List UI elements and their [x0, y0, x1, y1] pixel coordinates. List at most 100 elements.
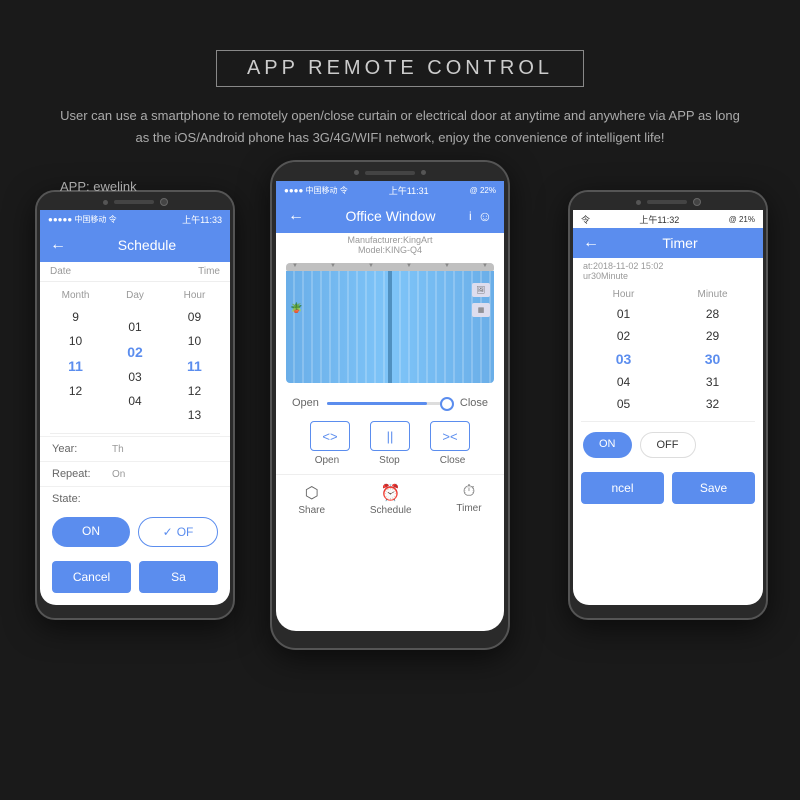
- timer-info2: ur30Minute: [583, 271, 753, 281]
- month-12: 12: [61, 379, 90, 403]
- right-status-battery: @ 21%: [729, 215, 755, 224]
- year-label: Year:: [52, 443, 112, 455]
- curtain-rod: ▼▼▼▼▼▼: [286, 263, 494, 271]
- slider-fill: [327, 402, 427, 405]
- share-icon: ⬡: [305, 483, 319, 503]
- phone-center-wrapper: ●●●● 中国移动 令 上午11:31 @ 22% ← Office Windo…: [270, 160, 510, 650]
- cancel-button-right[interactable]: ncel: [581, 472, 664, 504]
- cancel-button-left[interactable]: Cancel: [52, 561, 131, 593]
- left-status-signal: ●●●●● 中国移动 令: [48, 214, 117, 225]
- off-button-left[interactable]: ✓ OF: [138, 517, 218, 547]
- right-status-time: 上午11:32: [639, 213, 679, 226]
- back-arrow-icon[interactable]: ←: [50, 236, 66, 254]
- open-ctrl-button[interactable]: <>: [310, 421, 350, 451]
- stop-ctrl-icon: ||: [387, 429, 394, 444]
- off-button-right[interactable]: OFF: [640, 432, 696, 458]
- save-button-left[interactable]: Sa: [139, 561, 218, 593]
- timer-min-32: 32: [696, 393, 729, 415]
- timer-title: Timer: [607, 235, 753, 251]
- month-11-selected: 11: [60, 353, 91, 379]
- hour-11-selected: 11: [179, 353, 210, 379]
- phone-left: ●●●●● 中国移动 令 上午11:33 ← Schedule Date Tim…: [35, 190, 235, 620]
- slider-close-label: Close: [460, 397, 488, 409]
- curtain-left: [286, 271, 390, 383]
- repeat-label: Repeat:: [52, 468, 112, 480]
- timer-icon: ⏱: [463, 483, 475, 501]
- nav-share-label: Share: [298, 505, 325, 516]
- close-ctrl-icon: ><: [442, 429, 457, 444]
- stop-ctrl-label: Stop: [379, 455, 400, 466]
- hour-header: Hour: [184, 286, 206, 305]
- nav-timer-label: Timer: [456, 503, 481, 514]
- repeat-value: On: [112, 469, 125, 480]
- month-10: 10: [61, 329, 90, 353]
- phone-right-wrapper: 令 上午11:32 @ 21% ← Timer at:2018-11-02 15…: [568, 190, 768, 620]
- slider-open-label: Open: [292, 397, 319, 409]
- timer-hour-02: 02: [607, 325, 640, 347]
- close-ctrl-button[interactable]: ><: [430, 421, 470, 451]
- timer-minute-header: Minute: [697, 286, 727, 303]
- smile-icon[interactable]: ☺: [478, 208, 492, 224]
- timer-min-31: 31: [696, 371, 729, 393]
- month-9: 9: [64, 305, 87, 329]
- open-ctrl-icon: <>: [322, 429, 337, 444]
- back-arrow-center[interactable]: ←: [288, 207, 304, 225]
- back-arrow-right[interactable]: ←: [583, 234, 599, 252]
- state-label: State:: [52, 493, 112, 505]
- left-side-icon: 🪴: [290, 303, 302, 314]
- phone-left-wrapper: ●●●●● 中国移动 令 上午11:33 ← Schedule Date Tim…: [35, 190, 235, 620]
- model-info: Model:KING-Q4: [276, 245, 504, 255]
- schedule-icon: ⏰: [381, 483, 401, 503]
- hour-09: 09: [180, 305, 209, 329]
- day-03: 03: [120, 365, 149, 389]
- right-status-signal: 令: [581, 213, 590, 226]
- stop-ctrl-button[interactable]: ||: [370, 421, 410, 451]
- info-icon[interactable]: i: [469, 209, 472, 223]
- timer-hour-header: Hour: [613, 286, 635, 303]
- day-01: 01: [120, 315, 149, 339]
- off-label-left: OF: [177, 525, 194, 539]
- day-04: 04: [120, 389, 149, 413]
- manufacturer-info: Manufacturer:KingArt: [276, 235, 504, 245]
- day-header: Day: [126, 286, 144, 305]
- time-col-label: Time: [198, 266, 220, 277]
- header-section: APP REMOTE CONTROL User can use a smartp…: [0, 20, 800, 204]
- hour-13: 13: [180, 403, 209, 427]
- slider-thumb[interactable]: [440, 397, 454, 411]
- day-02-selected: 02: [119, 339, 151, 365]
- timer-hour-04: 04: [607, 371, 640, 393]
- timer-hour-01: 01: [607, 303, 640, 325]
- timer-hour-03-selected: 03: [606, 347, 642, 371]
- side-icons: 🖼 ▦: [472, 283, 490, 317]
- close-ctrl-label: Close: [440, 455, 466, 466]
- nav-schedule-label: Schedule: [370, 505, 412, 516]
- slider-track[interactable]: [327, 402, 452, 405]
- year-value: Th: [112, 444, 124, 455]
- timer-info1: at:2018-11-02 15:02: [583, 261, 753, 271]
- nav-timer[interactable]: ⏱ Timer: [456, 483, 481, 516]
- hour-12: 12: [180, 379, 209, 403]
- phone-center: ●●●● 中国移动 令 上午11:31 @ 22% ← Office Windo…: [270, 160, 510, 650]
- timer-min-29: 29: [696, 325, 729, 347]
- office-title: Office Window: [312, 208, 469, 224]
- month-empty: [68, 403, 84, 413]
- curtain-visual: ▼▼▼▼▼▼ 🖼 ▦ 🪴: [286, 263, 494, 383]
- save-button-right[interactable]: Save: [672, 472, 755, 504]
- open-ctrl-label: Open: [315, 455, 339, 466]
- day-empty: [127, 305, 143, 315]
- timer-hour-05: 05: [607, 393, 640, 415]
- hour-10: 10: [180, 329, 209, 353]
- on-button-right[interactable]: ON: [583, 432, 632, 458]
- phone-right: 令 上午11:32 @ 21% ← Timer at:2018-11-02 15…: [568, 190, 768, 620]
- timer-min-30-selected: 30: [695, 347, 731, 371]
- nav-share[interactable]: ⬡ Share: [298, 483, 325, 516]
- left-status-time: 上午11:33: [182, 213, 222, 226]
- schedule-title: Schedule: [74, 237, 220, 253]
- main-title: APP REMOTE CONTROL: [247, 57, 553, 80]
- timer-min-28: 28: [696, 303, 729, 325]
- description-text: User can use a smartphone to remotely op…: [60, 105, 740, 149]
- date-label: Date: [50, 266, 71, 277]
- app-label: APP: ewelink: [0, 169, 800, 204]
- on-button-left[interactable]: ON: [52, 517, 130, 547]
- nav-schedule[interactable]: ⏰ Schedule: [370, 483, 412, 516]
